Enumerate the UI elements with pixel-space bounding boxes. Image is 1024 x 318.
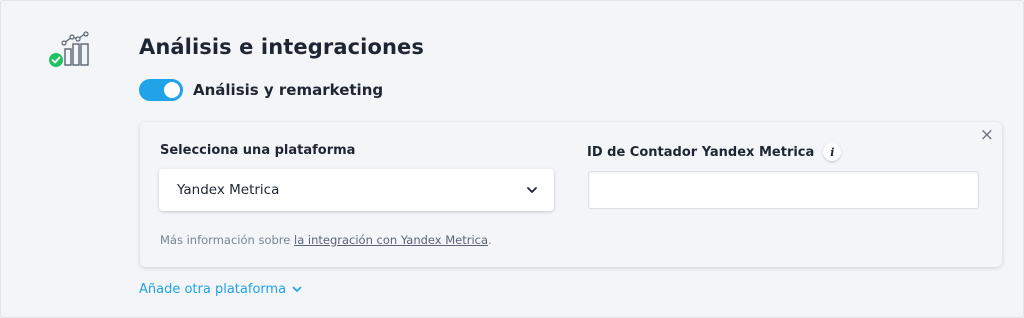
platform-select[interactable]: Yandex Metrica bbox=[159, 169, 554, 211]
analytics-check-icon bbox=[49, 31, 89, 67]
settings-panel: Análisis e integraciones Análisis y rema… bbox=[0, 0, 1024, 318]
toggle-knob bbox=[164, 82, 180, 98]
close-icon[interactable]: × bbox=[980, 125, 994, 145]
remarketing-toggle-label: Análisis y remarketing bbox=[193, 81, 384, 99]
counter-id-input[interactable] bbox=[588, 171, 979, 209]
help-text-suffix: . bbox=[488, 233, 492, 247]
platform-select-value: Yandex Metrica bbox=[177, 182, 280, 198]
integration-card: × Selecciona una plataforma ID de Contad… bbox=[140, 122, 1002, 267]
help-text-prefix: Más información sobre bbox=[160, 233, 294, 247]
info-icon[interactable]: i bbox=[823, 143, 842, 161]
add-platform-label: Añade otra plataforma bbox=[139, 282, 287, 297]
chevron-down-icon bbox=[292, 286, 302, 292]
remarketing-toggle[interactable] bbox=[139, 79, 183, 101]
add-platform-button[interactable]: Añade otra plataforma bbox=[139, 282, 302, 297]
remarketing-toggle-row: Análisis y remarketing bbox=[139, 79, 383, 101]
section-title: Análisis e integraciones bbox=[139, 35, 424, 59]
platform-label: Selecciona una plataforma bbox=[160, 143, 356, 158]
counter-id-label: ID de Contador Yandex Metrica bbox=[587, 144, 815, 160]
counter-id-label-row: ID de Contador Yandex Metrica i bbox=[587, 143, 842, 161]
chevron-down-icon bbox=[527, 187, 537, 193]
integration-help-link[interactable]: la integración con Yandex Metrica bbox=[294, 233, 488, 247]
help-text: Más información sobre la integración con… bbox=[160, 233, 492, 247]
